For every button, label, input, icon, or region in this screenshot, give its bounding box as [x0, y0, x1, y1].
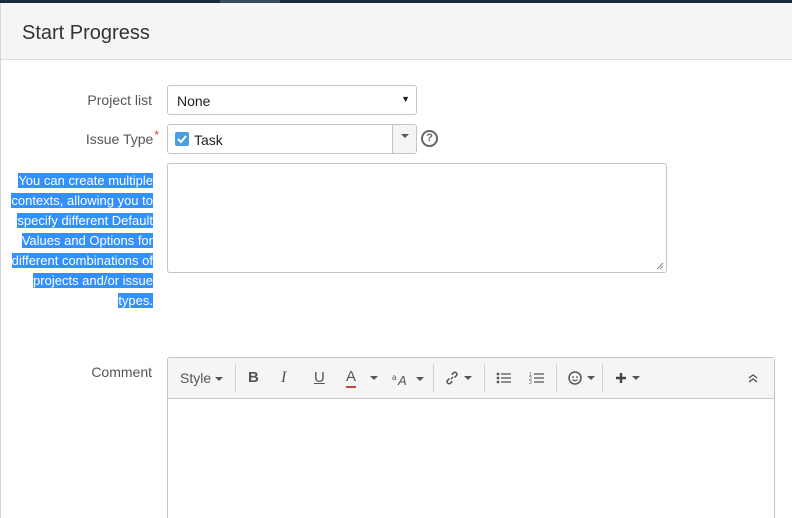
issue-type-select[interactable]: Task: [167, 124, 417, 154]
bullet-list-icon: [496, 372, 511, 384]
emoji-dropdown[interactable]: [567, 366, 595, 390]
double-chevron-up-icon: [748, 374, 758, 383]
svg-text:3: 3: [529, 380, 532, 385]
chevron-down-icon: [370, 376, 378, 381]
description-textarea[interactable]: [167, 163, 667, 273]
style-dropdown-label: Style: [180, 370, 212, 386]
comment-editor[interactable]: Style B I U A aA 123: [167, 357, 775, 518]
italic-button[interactable]: I: [281, 366, 286, 390]
style-dropdown[interactable]: Style: [180, 366, 224, 390]
svg-text:a: a: [392, 373, 397, 382]
bullet-list-button[interactable]: [496, 366, 512, 390]
font-size-dropdown[interactable]: aA: [392, 366, 424, 390]
issue-type-value: Task: [194, 132, 223, 148]
description-label-text: You can create multiple contexts, allowi…: [11, 173, 153, 308]
chevron-down-icon: ▼: [401, 94, 410, 104]
emoji-icon: [568, 371, 582, 385]
issue-type-label-text: Issue Type: [85, 131, 154, 147]
task-checkbox-icon: [175, 132, 189, 146]
comment-label: Comment: [91, 364, 152, 380]
plus-icon: [616, 373, 626, 384]
chevron-down-icon: [401, 134, 409, 138]
svg-text:A: A: [397, 373, 407, 386]
project-list-select[interactable]: None ▼: [167, 85, 417, 115]
toolbar-separator: [235, 364, 236, 392]
chevron-down-icon: [464, 376, 472, 381]
numbered-list-icon: 123: [529, 372, 544, 386]
chevron-down-icon: [215, 377, 224, 382]
description-label: You can create multiple contexts, allowi…: [9, 171, 153, 311]
chevron-down-icon: [416, 376, 424, 381]
help-icon[interactable]: ?: [421, 130, 438, 147]
resize-grip-icon[interactable]: [656, 262, 664, 270]
link-dropdown[interactable]: [444, 366, 472, 390]
dialog-title: Start Progress: [22, 22, 150, 44]
font-size-icon: aA: [392, 373, 407, 388]
required-marker: *: [154, 128, 159, 142]
start-progress-dialog: Start Progress Project list None ▼ Issue…: [0, 3, 792, 518]
text-color-dropdown[interactable]: [366, 366, 378, 390]
project-list-value: None: [177, 93, 211, 109]
editor-toolbar: Style B I U A aA 123: [168, 358, 774, 399]
chevron-down-icon: [587, 376, 595, 381]
underline-button[interactable]: U: [314, 366, 325, 390]
dialog-header: Start Progress: [1, 3, 792, 60]
text-color-button[interactable]: A: [346, 366, 357, 388]
toolbar-separator: [484, 364, 485, 392]
numbered-list-button[interactable]: 123: [529, 366, 545, 390]
toolbar-separator: [433, 364, 434, 392]
link-icon: [446, 371, 458, 385]
issue-type-label: Issue Type*: [61, 128, 159, 147]
project-list-label: Project list: [87, 92, 152, 108]
issue-type-dropdown-button[interactable]: [392, 125, 416, 153]
toolbar-separator: [602, 364, 603, 392]
toolbar-separator: [556, 364, 557, 392]
bold-button[interactable]: B: [248, 366, 259, 390]
collapse-toolbar-button[interactable]: [747, 366, 759, 390]
insert-more-dropdown[interactable]: [614, 366, 640, 390]
chevron-down-icon: [632, 376, 640, 381]
